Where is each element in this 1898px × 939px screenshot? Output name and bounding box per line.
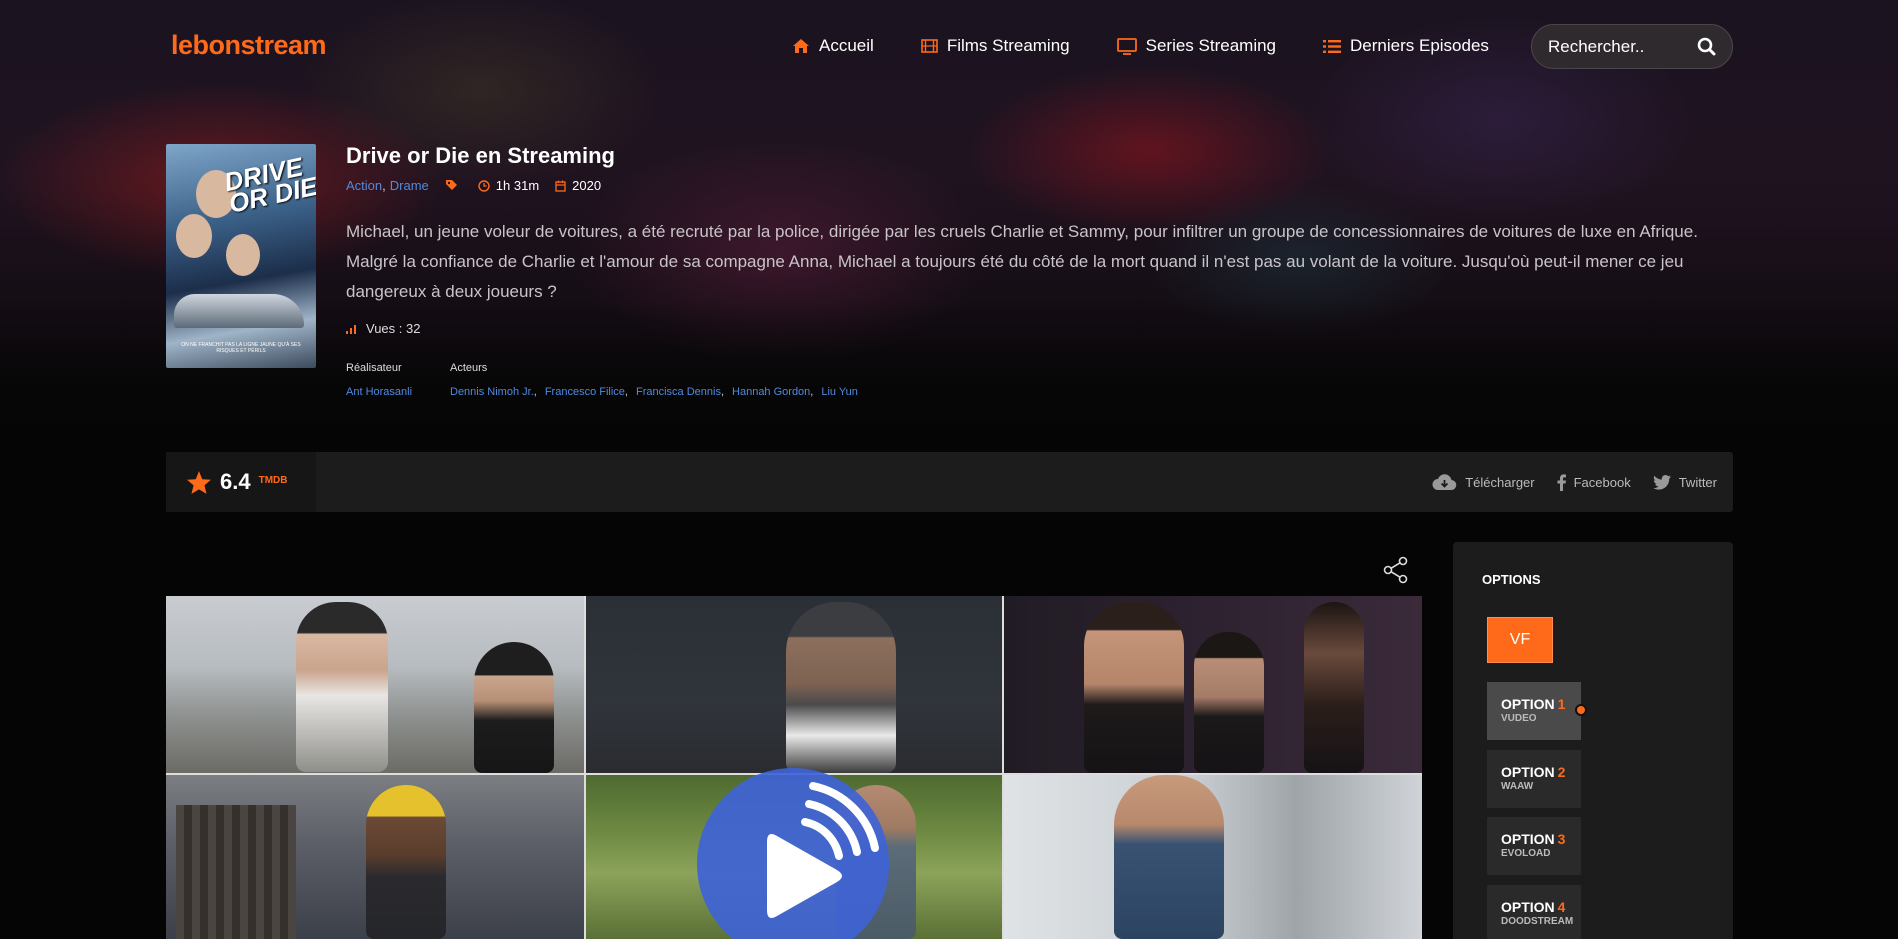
twitter-button[interactable]: Twitter [1652,474,1717,490]
option-number: 2 [1557,764,1566,780]
home-icon [793,39,809,53]
genre-link-drame[interactable]: Drame [390,178,429,193]
view-count: Vues : 32 [346,321,420,336]
video-thumbnail [1004,596,1422,773]
nav-item-label: Accueil [819,36,874,55]
film-synopsis: Michael, un jeune voleur de voitures, a … [346,222,1698,301]
download-label: Télécharger [1465,474,1535,490]
option-2-button[interactable]: OPTION 2 WAAW [1487,750,1581,808]
film-meta: Action, Drame 1h 31m 2020 [346,178,601,193]
search-icon[interactable] [1697,37,1716,56]
actor-separator: , [624,386,628,398]
option-1-button[interactable]: OPTION 1 VUDEO [1487,682,1587,740]
actors-list: Dennis Nimoh Jr., Francesco Filice, Fran… [450,386,858,398]
list-icon [1323,39,1342,53]
rating-value: 6.4 [220,469,251,494]
option-number: 1 [1557,696,1566,712]
rating-bar: 6.4 TMDB Télécharger Facebook Twitter [166,452,1733,512]
rating-box: 6.4 TMDB [166,452,316,512]
site-logo[interactable]: lebonstream [171,30,327,61]
search-box [1531,24,1733,69]
actor-separator: , [720,386,725,398]
options-title: OPTIONS [1482,572,1541,587]
actor-link[interactable]: Francesco Filice [545,386,625,398]
option-4-button[interactable]: OPTION 4 DOODSTREAM [1487,885,1581,939]
option-host: DOODSTREAM [1501,916,1574,927]
nav-item-films[interactable]: Films Streaming [921,36,1070,56]
option-number: 4 [1557,899,1566,915]
actors-label: Acteurs [450,362,488,374]
option-label: OPTION 4 [1501,899,1566,915]
video-thumbnail [586,596,1002,773]
share-icon[interactable] [1383,556,1409,584]
nav-item-label: Films Streaming [946,36,1070,55]
poster-face [176,214,212,258]
poster-title: DRIVE OR DIE [222,151,316,218]
poster-car [174,294,304,328]
cloud-download-icon [1432,474,1457,491]
option-number: 3 [1557,831,1566,847]
share-links: Télécharger Facebook Twitter [1410,452,1717,512]
genre-link-action[interactable]: Action [346,178,382,193]
twitter-label: Twitter [1678,474,1717,490]
nav-item-label: Series Streaming [1145,36,1277,55]
language-vf-button[interactable]: VF [1487,617,1553,663]
actor-link[interactable]: Dennis Nimoh Jr. [450,386,534,398]
facebook-icon [1557,473,1566,491]
nav-item-series[interactable]: Series Streaming [1116,36,1277,56]
poster-face [226,234,260,276]
options-panel: OPTIONS VF OPTION 1 VUDEO OPTION 2 WAAW OP… [1453,542,1733,939]
option-label: OPTION 2 [1501,764,1566,780]
view-count-text: Vues : 32 [366,321,421,336]
active-indicator-dot [1575,704,1587,716]
download-button[interactable]: Télécharger [1432,473,1535,491]
bar-chart-icon [346,324,356,334]
option-host: WAAW [1501,781,1534,792]
actor-link[interactable]: Francisca Dennis [636,386,721,398]
option-host: VUDEO [1501,713,1537,724]
tv-icon [1116,37,1137,55]
video-thumbnail [1004,775,1422,939]
nav-item-accueil[interactable]: Accueil [792,36,874,56]
option-host: EVOLOAD [1501,848,1551,859]
twitter-icon [1652,474,1671,490]
facebook-label: Facebook [1573,474,1631,490]
film-year: 2020 [572,178,602,193]
main-nav: Accueil Films Streaming Series Streaming… [792,36,1489,56]
option-3-button[interactable]: OPTION 3 EVOLOAD [1487,817,1581,875]
actor-link[interactable]: Liu Yun [821,386,858,398]
search-input[interactable] [1548,36,1688,57]
video-thumbnail [166,775,584,939]
director-link[interactable]: Ant Horasanli [346,386,412,398]
tag-icon [445,179,458,192]
play-button[interactable] [697,768,889,939]
poster-caption: ON NE FRANCHIT PAS LA LIGNE JAUNE QU'À S… [181,342,301,354]
director-label: Réalisateur [346,362,402,374]
video-thumbnail [166,596,584,773]
calendar-icon [555,180,566,192]
clock-icon [478,179,490,192]
actor-separator: , [810,386,814,398]
option-label: OPTION 1 [1501,696,1566,712]
genre-separator: , [382,178,386,193]
rating-source: TMDB [258,474,288,486]
film-icon [921,39,938,53]
nav-item-label: Derniers Episodes [1350,36,1489,55]
film-poster: DRIVE OR DIE ON NE FRANCHIT PAS LA LIGNE … [166,144,316,368]
actor-separator: , [533,386,537,398]
star-icon [187,470,211,494]
film-duration: 1h 31m [495,178,540,193]
facebook-button[interactable]: Facebook [1557,473,1631,491]
nav-item-episodes[interactable]: Derniers Episodes [1323,36,1489,56]
actor-link[interactable]: Hannah Gordon [732,386,810,398]
option-label: OPTION 3 [1501,831,1566,847]
page-title: Drive or Die en Streaming [346,143,615,168]
